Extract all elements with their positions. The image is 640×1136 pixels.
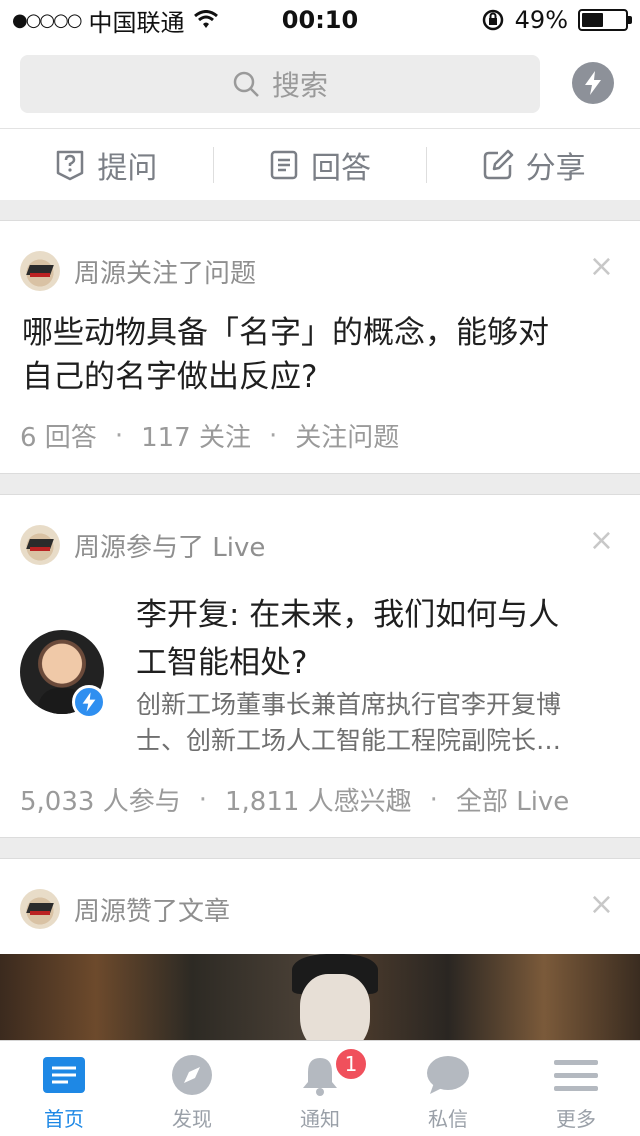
document-icon — [270, 150, 298, 179]
follow-count: 117 关注 — [141, 423, 251, 453]
card-header: 周源参与了 Live — [20, 525, 265, 565]
tab-home[interactable]: 首页 — [0, 1041, 128, 1136]
question-title[interactable]: 哪些动物具备「名字」的概念，能够对 自己的名字做出反应? — [22, 311, 549, 399]
avatar[interactable] — [20, 525, 60, 565]
card-header: 周源关注了问题 — [20, 251, 256, 291]
search-icon — [233, 71, 259, 97]
tab-label: 通知 — [300, 1107, 340, 1131]
battery-percent: 49% — [514, 6, 568, 34]
search-placeholder: 搜索 — [271, 69, 328, 102]
card-header: 周源赞了文章 — [20, 889, 230, 929]
status-right: 49% — [481, 6, 632, 34]
close-icon[interactable]: × — [589, 887, 614, 922]
live-meta: 5,033 人参与 · 1,811 人感兴趣 · 全部 Live — [20, 781, 569, 818]
action-bar: 提问 回答 分享 — [0, 128, 640, 200]
answer-count[interactable]: 6 回答 — [20, 417, 97, 454]
interested-count: 1,811 人感兴趣 — [224, 787, 412, 817]
tab-more[interactable]: 更多 — [512, 1041, 640, 1136]
separator-dot: · — [114, 420, 124, 451]
avatar[interactable] — [20, 889, 60, 929]
live-description-line: 创新工场董事长兼首席执行官李开复博 — [136, 690, 562, 719]
tab-label: 更多 — [556, 1107, 596, 1131]
activity-text: 周源参与了 Live — [74, 532, 266, 563]
edit-icon — [483, 149, 513, 179]
live-title-line: 李开复: 在未来，我们如何与人 — [136, 597, 560, 633]
tab-bar: 首页 发现 1 通知 私信 更多 — [0, 1040, 640, 1136]
battery-fill — [582, 13, 603, 27]
tab-label: 私信 — [428, 1107, 468, 1131]
separator-dot: · — [198, 784, 207, 815]
question-meta: 6 回答 · 117 关注 · 关注问题 — [20, 417, 399, 454]
battery-icon — [578, 9, 632, 31]
share-button[interactable]: 分享 — [427, 143, 640, 187]
live-title[interactable]: 李开复: 在未来，我们如何与人 工智能相处? — [136, 591, 616, 687]
live-description-line: 士、创新工场人工智能工程院副院长… — [136, 726, 562, 755]
tab-discover[interactable]: 发现 — [128, 1041, 256, 1136]
activity-text: 周源关注了问题 — [74, 258, 257, 289]
answer-button[interactable]: 回答 — [214, 143, 427, 187]
top-bar: 搜索 — [0, 40, 640, 128]
chat-icon — [426, 1055, 470, 1095]
feed-card-live[interactable]: 周源参与了 Live × 李开复: 在未来，我们如何与人 工智能相处? 创新工场… — [0, 494, 640, 838]
notification-badge: 1 — [334, 1047, 368, 1081]
rotation-lock-icon — [482, 9, 503, 31]
image-detail — [300, 974, 370, 1049]
share-label: 分享 — [525, 150, 586, 186]
feed-card-article[interactable]: 周源赞了文章 × — [0, 858, 640, 1058]
live-button[interactable] — [572, 62, 614, 104]
live-title-line: 工智能相处? — [136, 645, 308, 681]
lightning-icon — [82, 692, 96, 712]
search-box[interactable]: 搜索 — [20, 55, 540, 113]
avatar[interactable] — [20, 251, 60, 291]
live-description: 创新工场董事长兼首席执行官李开复博 士、创新工场人工智能工程院副院长… — [136, 687, 616, 759]
menu-icon — [554, 1055, 598, 1095]
compass-icon — [170, 1055, 214, 1095]
question-icon — [57, 150, 84, 180]
ask-button[interactable]: 提问 — [0, 143, 213, 187]
tab-messages[interactable]: 私信 — [384, 1041, 512, 1136]
tab-notifications[interactable]: 1 通知 — [256, 1041, 384, 1136]
participant-count: 5,033 人参与 — [20, 787, 181, 817]
question-title-line: 哪些动物具备「名字」的概念，能够对 — [22, 315, 549, 351]
all-live-link[interactable]: 全部 Live — [456, 781, 569, 818]
status-bar: ●○○○○ 中国联通 00:10 49% — [0, 0, 640, 40]
home-icon — [42, 1055, 86, 1095]
feed-card-question[interactable]: 周源关注了问题 × 哪些动物具备「名字」的概念，能够对 自己的名字做出反应? 6… — [0, 220, 640, 474]
close-icon[interactable]: × — [589, 523, 614, 558]
tab-label: 首页 — [44, 1107, 84, 1131]
separator-dot: · — [429, 784, 438, 815]
lightning-icon — [585, 71, 601, 95]
ask-label: 提问 — [97, 150, 158, 186]
live-badge — [72, 685, 106, 719]
close-icon[interactable]: × — [589, 249, 614, 284]
article-cover-image[interactable] — [0, 954, 640, 1049]
separator-dot: · — [268, 420, 278, 451]
activity-text: 周源赞了文章 — [74, 896, 231, 927]
tab-label: 发现 — [172, 1107, 212, 1131]
follow-question-link[interactable]: 关注问题 — [295, 417, 399, 454]
question-title-line: 自己的名字做出反应? — [22, 359, 318, 395]
answer-label: 回答 — [311, 150, 371, 186]
